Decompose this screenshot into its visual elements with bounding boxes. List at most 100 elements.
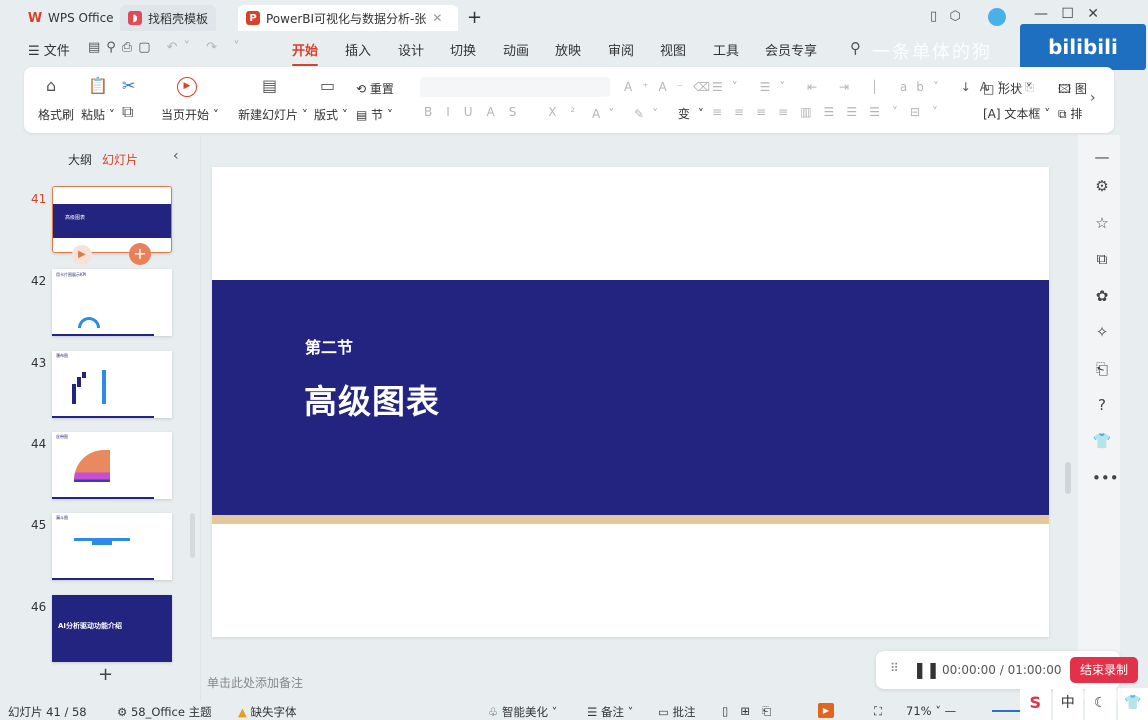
fit-window-icon[interactable]: ⛶: [874, 704, 882, 719]
properties-icon[interactable]: ⚙: [1092, 177, 1112, 195]
slide-thumbnail-43[interactable]: 瀑布图: [52, 351, 172, 418]
tab-docer[interactable]: ◗ 找稻壳模板: [120, 5, 217, 31]
comments-button[interactable]: ▭ 批注: [658, 704, 696, 720]
ime-mode[interactable]: 中: [1052, 688, 1083, 720]
shape-button[interactable]: ◰ 形状 ˅: [983, 80, 1032, 97]
menu-review[interactable]: 审阅: [608, 40, 634, 59]
panel-scrollbar[interactable]: [190, 513, 195, 558]
pause-icon[interactable]: ❚❚: [913, 660, 940, 679]
more-icon[interactable]: •••: [1092, 469, 1119, 487]
menu-view[interactable]: 视图: [660, 40, 686, 59]
zoom-level[interactable]: 71% ˅ —: [906, 704, 956, 718]
avatar[interactable]: [988, 8, 1006, 26]
notes-button[interactable]: ☰ 备注 ˅: [587, 704, 633, 720]
star-icon[interactable]: ☆: [1092, 214, 1112, 232]
slide-thumbnail-44[interactable]: 丝带图: [52, 432, 172, 499]
slide-number: 44: [31, 437, 47, 451]
cut-icon[interactable]: ✂: [122, 78, 135, 94]
slides-tab[interactable]: 幻灯片: [102, 151, 138, 168]
textbox-label: 文本框: [1004, 107, 1041, 121]
minimize-sidebar-icon[interactable]: —: [1092, 148, 1112, 166]
font-color-buttons[interactable]: A˅ ✎˅ 变˅: [592, 105, 712, 122]
theme-button[interactable]: ⚙ 58_Office 主题: [117, 704, 212, 720]
menu-tools[interactable]: 工具: [713, 40, 739, 59]
slide-number: 43: [31, 356, 47, 370]
help-icon[interactable]: ?: [1092, 396, 1112, 414]
collapse-panel-icon[interactable]: ‹: [173, 148, 179, 164]
play-slide-icon[interactable]: ▶: [72, 245, 92, 265]
stop-recording-button[interactable]: 结束录制: [1070, 657, 1138, 683]
format-painter-icon: ⌂: [46, 76, 57, 95]
slide-thumbnail-42[interactable]: 用卡片图展示KPI: [52, 269, 172, 336]
design-icon[interactable]: ✿: [1092, 287, 1112, 305]
menu-transition[interactable]: 切换: [450, 40, 476, 59]
ribbon-scroll-right-icon[interactable]: ›: [1090, 90, 1096, 106]
section-label[interactable]: 第二节: [305, 334, 353, 358]
menu-member[interactable]: 会员专享: [765, 40, 817, 59]
section-button[interactable]: ▤ 节 ˅: [356, 106, 393, 123]
slideshow-play-button[interactable]: ▶: [818, 703, 834, 718]
thumb-title: 用卡片图展示KPI: [56, 272, 87, 277]
menu-slideshow[interactable]: 放映: [555, 40, 581, 59]
quick-access-toolbar[interactable]: ▤⚲⎙▢ ↶˅ ↷ ˅: [88, 40, 246, 55]
play-from-current-button[interactable]: 当页开始 ˅: [161, 106, 219, 123]
tab-document[interactable]: P PowerBI可视化与数据分析-张 ✕: [238, 5, 458, 31]
ime-toolbar[interactable]: S 中 ☾ 👕: [1020, 688, 1148, 720]
new-slide-button[interactable]: 新建幻灯片 ˅: [238, 106, 308, 123]
search-icon[interactable]: ⚲: [850, 39, 861, 57]
menu-design[interactable]: 设计: [398, 40, 424, 59]
copy-icon[interactable]: ⧉: [122, 104, 133, 120]
font-style-buttons[interactable]: BIUAS X²: [424, 105, 589, 119]
slide-thumbnail-46[interactable]: AI分析驱动功能介绍: [52, 595, 172, 662]
outline-tab[interactable]: 大纲: [68, 151, 92, 168]
layout-label: 版式: [314, 108, 339, 122]
arrange-button[interactable]: ⧉ 排: [1058, 105, 1082, 122]
new-tab-button[interactable]: +: [467, 7, 482, 28]
image-button[interactable]: 🖾 图: [1058, 80, 1087, 101]
canvas-scrollbar[interactable]: [1062, 140, 1074, 650]
add-slide-button[interactable]: +: [98, 664, 113, 685]
zoom-slider[interactable]: [992, 710, 1020, 712]
window-controls[interactable]: — ☐ ✕: [1034, 6, 1099, 22]
slide-title[interactable]: 高级图表: [304, 375, 440, 423]
slide-thumbnail-45[interactable]: 漏斗图: [52, 513, 172, 580]
layout-button[interactable]: 版式 ˅: [314, 106, 348, 123]
tab-wps-office[interactable]: W WPS Office: [20, 5, 122, 31]
book-search-icon[interactable]: ⎗: [1092, 360, 1112, 378]
add-slide-icon[interactable]: +: [129, 243, 151, 265]
panel-divider: [200, 135, 201, 700]
tab-label: WPS Office: [48, 11, 114, 25]
skin-icon[interactable]: 👕: [1117, 688, 1148, 720]
textbox-button[interactable]: [A] 文本框 ˅: [983, 105, 1050, 122]
slide-canvas[interactable]: 第二节 高级图表: [212, 167, 1049, 637]
view-mode-buttons[interactable]: ▯⊞⎗: [722, 704, 783, 719]
sogou-icon[interactable]: S: [1020, 688, 1051, 720]
notes-placeholder[interactable]: 单击此处添加备注: [207, 674, 303, 691]
format-painter-button[interactable]: 格式刷: [38, 106, 74, 123]
skin-icon[interactable]: 👕: [1092, 432, 1112, 450]
menu-insert[interactable]: 插入: [345, 40, 371, 59]
reset-button[interactable]: ⟲ 重置: [356, 80, 394, 97]
moon-icon[interactable]: ☾: [1085, 688, 1116, 720]
tab-label: PowerBI可视化与数据分析-张: [266, 11, 427, 26]
file-menu[interactable]: ☰ 文件: [28, 40, 70, 59]
menu-home[interactable]: 开始: [292, 40, 319, 66]
ppt-logo-icon: P: [246, 11, 260, 25]
arrange-label: 排: [1070, 107, 1083, 121]
accent-stripe: [212, 515, 1049, 524]
window-icons[interactable]: ▯ ⬡: [930, 9, 961, 24]
font-size-buttons[interactable]: A⁺A⁻⌫: [624, 80, 720, 94]
slide-counter: 幻灯片 41 / 58: [8, 705, 87, 719]
missing-font-button[interactable]: ▲ 缺失字体: [238, 704, 297, 720]
magic-tool-icon[interactable]: ✧: [1092, 323, 1112, 341]
tab-label: 找稻壳模板: [148, 11, 209, 26]
slide-switch-icon[interactable]: ⧉: [1092, 250, 1112, 268]
drag-handle-icon[interactable]: ⠿: [890, 661, 899, 675]
beautify-button[interactable]: ♧ 智能美化 ˅: [488, 704, 557, 720]
close-icon[interactable]: ✕: [432, 11, 442, 25]
slide-thumbnail-41[interactable]: 高级图表: [52, 186, 172, 253]
menu-animation[interactable]: 动画: [503, 40, 529, 59]
align-buttons[interactable]: ≡≡≡≡▥☰☰☰˅⊟˅: [712, 105, 950, 119]
paste-button[interactable]: 粘贴 ˅: [81, 106, 115, 123]
font-name-select[interactable]: [420, 77, 610, 97]
